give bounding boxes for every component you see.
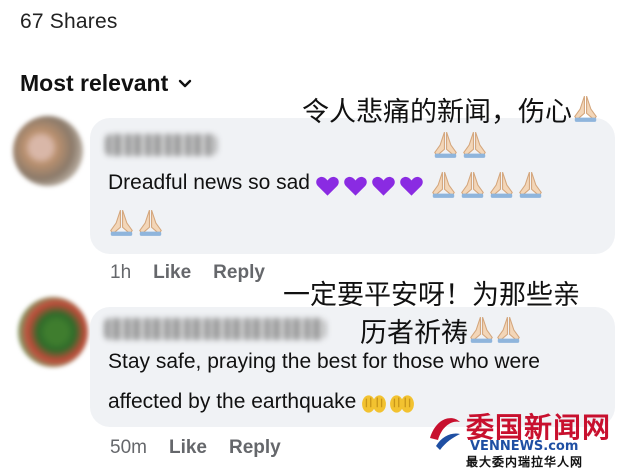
praying-hands-group [432, 130, 488, 160]
comment-text-line: affected by the earthquake [108, 390, 357, 413]
avatar[interactable] [13, 116, 83, 186]
watermark-logo: 委国新闻网 VENNEWS.com 最大委内瑞拉华人网 [426, 406, 634, 469]
purple-heart-icon [400, 176, 424, 196]
comment-actions: 1h Like Reply [110, 262, 265, 284]
praying-hands-icon [434, 131, 457, 158]
purple-heart-icon [316, 176, 340, 196]
overlay-caption: 历者祈祷 [360, 315, 522, 349]
overlay-caption: 一定要平安呀！为那些亲 [283, 280, 580, 311]
like-button[interactable]: Like [153, 262, 191, 284]
reply-button[interactable]: Reply [229, 437, 281, 459]
praying-hands-icon [431, 171, 455, 198]
chevron-down-icon [179, 79, 192, 87]
praying-hands-group [430, 170, 544, 200]
praying-hands-group [108, 208, 164, 238]
praying-hands-icon [139, 209, 162, 236]
watermark-emblem-icon [430, 418, 460, 450]
praying-hands-icon [518, 171, 542, 198]
commenter-name-redacted[interactable] [105, 134, 217, 156]
reply-button[interactable]: Reply [213, 262, 265, 284]
watermark-url: VENNEWS.com [470, 439, 579, 454]
comment-text-line: Stay safe, praying the best for those wh… [108, 350, 540, 373]
caption-text: 令人悲痛的新闻，伤心 [302, 97, 572, 128]
praying-hands-group [361, 392, 415, 416]
praying-hands-icon [389, 395, 414, 413]
praying-hands-icon [470, 316, 493, 343]
praying-hands-icon [110, 209, 133, 236]
overlay-caption: 令人悲痛的新闻，伤心 [302, 94, 599, 128]
purple-heart-icon [344, 176, 368, 196]
avatar[interactable] [18, 297, 88, 367]
comment-actions: 50m Like Reply [110, 437, 281, 459]
like-button[interactable]: Like [169, 437, 207, 459]
praying-hands-icon [463, 131, 486, 158]
comment-text: Dreadful news so sad [108, 170, 544, 200]
sort-label: Most relevant [20, 70, 169, 96]
comment-timestamp[interactable]: 50m [110, 437, 147, 459]
shares-count[interactable]: 67 Shares [20, 10, 118, 34]
comment-timestamp[interactable]: 1h [110, 262, 131, 284]
praying-hands-icon [489, 171, 513, 198]
comment-text-part: Dreadful news so sad [108, 171, 310, 195]
caption-text: 历者祈祷 [360, 318, 468, 349]
praying-hands-icon [574, 95, 597, 122]
watermark-subtitle: 最大委内瑞拉华人网 [466, 455, 584, 469]
commenter-name-redacted[interactable] [104, 318, 326, 340]
praying-hands-icon [460, 171, 484, 198]
purple-heart-icon [372, 176, 396, 196]
praying-hands-icon [497, 316, 520, 343]
sort-dropdown[interactable]: Most relevant [20, 70, 192, 97]
heart-emoji-group [314, 172, 425, 199]
praying-hands-icon [361, 395, 386, 413]
comment-text: affected by the earthquake [108, 390, 415, 416]
